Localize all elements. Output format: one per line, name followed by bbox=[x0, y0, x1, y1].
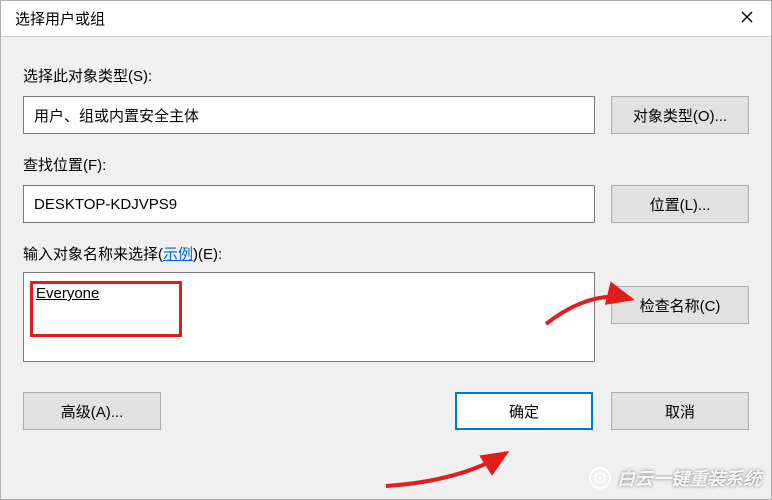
names-row: Everyone 检查名称(C) bbox=[23, 272, 749, 362]
object-type-value: 用户、组或内置安全主体 bbox=[34, 105, 199, 126]
location-value: DESKTOP-KDJVPS9 bbox=[34, 196, 177, 213]
ok-button[interactable]: 确定 bbox=[455, 392, 593, 430]
object-types-button[interactable]: 对象类型(O)... bbox=[611, 96, 749, 134]
location-field: DESKTOP-KDJVPS9 bbox=[23, 185, 595, 223]
window-title: 选择用户或组 bbox=[15, 8, 105, 29]
close-icon bbox=[741, 10, 753, 28]
object-names-input[interactable]: Everyone bbox=[23, 272, 595, 362]
dialog-window: 选择用户或组 选择此对象类型(S): 用户、组或内置安全主体 对象类型(O)..… bbox=[0, 0, 772, 500]
cancel-button[interactable]: 取消 bbox=[611, 392, 749, 430]
annotation-arrow-ok bbox=[381, 441, 521, 491]
check-names-button[interactable]: 检查名称(C) bbox=[611, 286, 749, 324]
bottom-row: 高级(A)... 确定 取消 bbox=[23, 392, 749, 430]
locations-button[interactable]: 位置(L)... bbox=[611, 185, 749, 223]
object-type-field: 用户、组或内置安全主体 bbox=[23, 96, 595, 134]
names-label: 输入对象名称来选择(示例)(E): bbox=[23, 243, 749, 264]
entered-name: Everyone bbox=[36, 285, 99, 302]
names-label-suffix: )(E): bbox=[193, 246, 222, 263]
advanced-button[interactable]: 高级(A)... bbox=[23, 392, 161, 430]
object-type-label: 选择此对象类型(S): bbox=[23, 65, 749, 86]
dialog-content: 选择此对象类型(S): 用户、组或内置安全主体 对象类型(O)... 查找位置(… bbox=[1, 37, 771, 440]
object-type-row: 用户、组或内置安全主体 对象类型(O)... bbox=[23, 96, 749, 134]
close-button[interactable] bbox=[723, 1, 771, 37]
location-row: DESKTOP-KDJVPS9 位置(L)... bbox=[23, 185, 749, 223]
titlebar: 选择用户或组 bbox=[1, 1, 771, 37]
location-label: 查找位置(F): bbox=[23, 154, 749, 175]
example-link[interactable]: 示例 bbox=[163, 246, 193, 263]
watermark: 白云一键重装系统 bbox=[589, 465, 761, 491]
check-names-col: 检查名称(C) bbox=[611, 272, 749, 362]
bottom-right-buttons: 确定 取消 bbox=[455, 392, 749, 430]
watermark-text: 白云一键重装系统 bbox=[617, 465, 761, 491]
names-label-prefix: 输入对象名称来选择( bbox=[23, 246, 163, 263]
watermark-icon bbox=[589, 467, 611, 489]
